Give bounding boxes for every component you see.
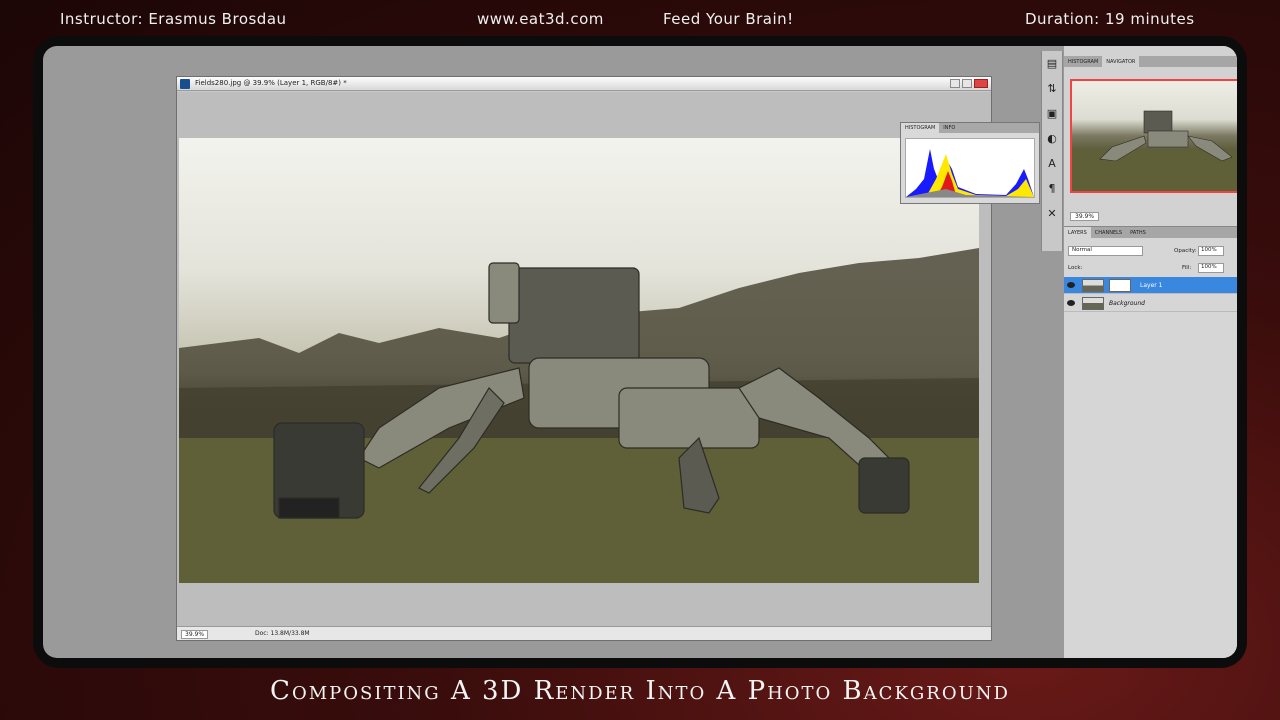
duration-label: Duration: 19 minutes <box>1025 10 1195 28</box>
video-info-bar: Instructor: Erasmus Brosdau www.eat3d.co… <box>0 0 1280 38</box>
color-icon[interactable]: ◐ <box>1045 132 1059 146</box>
layer-thumbnail <box>1082 279 1104 292</box>
minimize-button[interactable] <box>950 79 960 88</box>
instructor-label: Instructor: Erasmus Brosdau <box>60 10 287 28</box>
navigator-zoom-field[interactable]: 39.9% <box>1070 212 1100 221</box>
image-icon[interactable]: ▣ <box>1045 107 1059 121</box>
layer-mask-thumbnail[interactable] <box>1109 279 1131 292</box>
robot-composite-image <box>179 248 979 583</box>
slogan-text: Feed Your Brain! <box>663 10 794 28</box>
visibility-eye-icon[interactable] <box>1067 282 1075 288</box>
opacity-field[interactable]: 100% <box>1198 246 1224 256</box>
maximize-button[interactable] <box>962 79 972 88</box>
document-window: Fields280.jpg @ 39.9% (Layer 1, RGB/8#) … <box>176 76 992 641</box>
layer-row-layer-1[interactable]: Layer 1 <box>1064 277 1237 294</box>
tab-histogram-nav[interactable]: HISTOGRAM <box>1064 56 1102 67</box>
layer-name: Layer 1 <box>1140 282 1163 289</box>
zoom-field[interactable]: 39.9% <box>181 630 209 639</box>
paragraph-icon[interactable]: ¶ <box>1045 182 1059 196</box>
blend-mode-select[interactable]: Normal <box>1068 246 1143 256</box>
right-panel-dock: HISTOGRAM NAVIGATOR 39.9% LAYERS CHANNEL… <box>1064 46 1237 658</box>
close-button[interactable] <box>974 79 988 88</box>
tab-info[interactable]: INFO <box>939 123 959 133</box>
histogram-graph <box>905 138 1035 198</box>
photoshop-workspace: Fields280.jpg @ 39.9% (Layer 1, RGB/8#) … <box>43 46 1237 658</box>
histogram-icon[interactable]: ▤ <box>1045 57 1059 71</box>
photo-canvas[interactable] <box>179 138 979 583</box>
layer-name: Background <box>1109 300 1145 307</box>
course-title: Compositing A 3D Render Into A Photo Bac… <box>270 676 1010 706</box>
lock-label: Lock: <box>1068 265 1083 271</box>
doc-size-label: Doc: 13.8M/33.8M <box>255 630 310 637</box>
tab-layers[interactable]: LAYERS <box>1064 227 1091 238</box>
panel-icon-strip: ▤ ⇅ ▣ ◐ A ¶ ✕ <box>1041 51 1063 251</box>
tab-channels[interactable]: CHANNELS <box>1091 227 1126 238</box>
canvas-area[interactable] <box>177 92 991 627</box>
layers-panel: LAYERS CHANNELS PATHS Normal Opacity: 10… <box>1064 226 1237 658</box>
adjust-icon[interactable]: ⇅ <box>1045 82 1059 96</box>
document-titlebar[interactable]: Fields280.jpg @ 39.9% (Layer 1, RGB/8#) … <box>177 77 991 91</box>
tab-histogram[interactable]: HISTOGRAM <box>901 123 940 133</box>
document-status-bar: 39.9% Doc: 13.8M/33.8M <box>177 626 991 640</box>
site-url: www.eat3d.com <box>477 10 604 28</box>
tab-navigator[interactable]: NAVIGATOR <box>1102 56 1140 67</box>
layer-row-background[interactable]: Background <box>1064 295 1237 312</box>
fill-field[interactable]: 100% <box>1198 263 1224 273</box>
tab-paths[interactable]: PATHS <box>1126 227 1150 238</box>
layer-thumbnail <box>1082 297 1104 310</box>
opacity-label: Opacity: <box>1174 248 1197 254</box>
photoshop-icon <box>180 79 190 89</box>
histogram-panel: HISTOGRAM INFO <box>900 122 1040 204</box>
navigator-thumbnail[interactable] <box>1070 79 1237 193</box>
fill-label: Fill: <box>1182 265 1192 271</box>
visibility-eye-icon[interactable] <box>1067 300 1075 306</box>
document-title: Fields280.jpg @ 39.9% (Layer 1, RGB/8#) … <box>195 79 347 87</box>
character-icon[interactable]: A <box>1045 157 1059 171</box>
tools-icon[interactable]: ✕ <box>1045 207 1059 221</box>
